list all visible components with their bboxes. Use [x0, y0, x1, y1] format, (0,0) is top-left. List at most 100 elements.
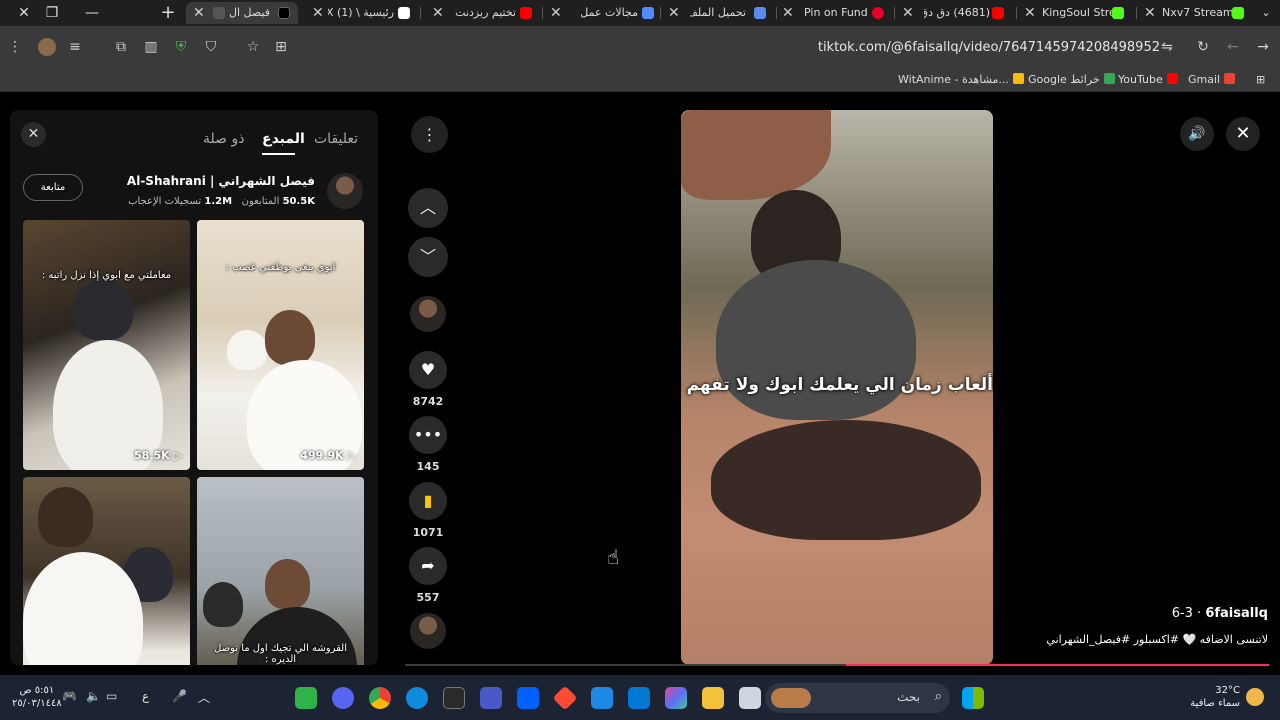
tab-close-icon[interactable]: ✕: [902, 2, 914, 24]
address-bar[interactable]: tiktok.com/@6faisallq/video/764714597420…: [740, 40, 1160, 55]
close-video-icon[interactable]: ✕: [1226, 117, 1260, 151]
apps-grid-icon[interactable]: ⊞: [1256, 73, 1265, 86]
network-icon[interactable]: ▭: [106, 689, 117, 703]
tab-search-chevron-icon[interactable]: ⌄: [1256, 3, 1276, 23]
tab-kick-kingsoul[interactable]: ✕ KingSoul Stre: [1020, 2, 1132, 24]
next-video-chevron-down-icon[interactable]: ﹀: [408, 237, 448, 277]
video-player[interactable]: ألعاب زمان الي يعلمك ابوك ولا تفهم :: [681, 110, 993, 665]
whatsapp-icon[interactable]: [295, 687, 317, 709]
profile-avatar[interactable]: [38, 38, 56, 56]
like-action[interactable]: ♥ 8742: [408, 351, 448, 408]
extensions-icon[interactable]: ⧉: [112, 38, 130, 56]
task-view-icon[interactable]: [739, 687, 761, 709]
app-icon[interactable]: [480, 687, 502, 709]
anydesk-icon[interactable]: [552, 685, 578, 711]
discord-icon[interactable]: [332, 687, 354, 709]
video-progress-bar[interactable]: [405, 664, 1269, 666]
copilot-icon[interactable]: [665, 687, 687, 709]
windows-start-icon[interactable]: [962, 687, 984, 709]
tab-youtube-daqdaq[interactable]: ✕ (4681) دق دق: [900, 2, 1012, 24]
bookmark-witanime[interactable]: WitAnime - مشاهدة...: [898, 73, 1024, 86]
microphone-icon[interactable]: 🎤: [172, 689, 187, 703]
bookmark-google-maps[interactable]: Google خرائط: [1028, 73, 1115, 86]
share-arrow-icon[interactable]: ➦: [409, 547, 447, 585]
video-thumbnail[interactable]: معاملتي مع ابوي إذا نزل راتبه : 58.5K ▷: [23, 220, 190, 470]
taskbar-search-box[interactable]: بحث ⌕: [765, 683, 950, 713]
tab-close-icon[interactable]: ✕: [1144, 2, 1156, 24]
sound-author-avatar[interactable]: [410, 613, 446, 649]
video-author-line[interactable]: 6-3 · 6faisallq: [1172, 606, 1268, 621]
share-action[interactable]: ➦ 557: [408, 547, 448, 604]
tab-creator[interactable]: المبدع: [262, 131, 305, 147]
follow-button[interactable]: متابعة: [23, 174, 83, 201]
tab-comments[interactable]: تعليقات: [314, 131, 358, 147]
bookmark-icon[interactable]: ▮: [409, 482, 447, 520]
tray-chevron-up-icon[interactable]: ︿: [198, 689, 210, 706]
store-icon[interactable]: [628, 687, 650, 709]
thumbnail-figure: [38, 487, 93, 547]
tab-download-file[interactable]: ✕ تحميل الملف: [666, 2, 770, 24]
extension-icon[interactable]: ▥: [142, 38, 160, 56]
gamepad-icon[interactable]: 🎮: [62, 689, 77, 703]
tab-kick-nxv7[interactable]: ✕ Nxv7 Stream: [1140, 2, 1252, 24]
heart-icon[interactable]: ♥: [409, 351, 447, 389]
close-panel-icon[interactable]: ✕: [21, 122, 46, 147]
tab-x[interactable]: ✕ رئيسية \ X (1): [306, 2, 416, 24]
menu-kebab-icon[interactable]: ⋮: [6, 38, 24, 56]
window-minimize-icon[interactable]: —: [82, 3, 102, 23]
tab-close-icon[interactable]: ✕: [1024, 2, 1036, 24]
likes-count: 1.2M: [204, 196, 233, 207]
file-explorer-icon[interactable]: [702, 687, 724, 709]
video-thumbnail[interactable]: ابوي يبغى يوظفني غصب : 499.9K ▷: [197, 220, 364, 470]
video-thumbnail[interactable]: القروشه الي تجيك اول ما توصل الديره :: [197, 477, 364, 665]
speaker-icon[interactable]: 🔈: [86, 689, 101, 703]
tab-close-icon[interactable]: ✕: [432, 2, 444, 24]
tab-gemini[interactable]: ✕ مجالات عمل: [548, 2, 658, 24]
bookmark-youtube[interactable]: YouTube: [1118, 73, 1178, 86]
creator-name[interactable]: فيصل الشهراني | Al-Shahrani: [127, 174, 315, 188]
tab-close-icon[interactable]: ✕: [193, 2, 205, 24]
video-author-handle[interactable]: 6faisallq: [1205, 606, 1268, 621]
shield-icon[interactable]: ⛨: [172, 38, 190, 56]
window-restore-icon[interactable]: ❐: [42, 3, 62, 23]
tab-youtube-resident[interactable]: ✕ تختيم ريزدنت: [428, 2, 538, 24]
translate-icon[interactable]: ⊞: [272, 38, 290, 56]
save-action[interactable]: ▮ 1071: [408, 482, 448, 539]
tab-tiktok[interactable]: ✕ فيصل ال: [186, 2, 298, 24]
comment-action[interactable]: ••• 145: [408, 416, 448, 473]
tiktok-icon: [278, 7, 290, 19]
back-arrow-icon[interactable]: →: [1254, 38, 1272, 56]
search-highlight-image: [771, 688, 811, 708]
forward-arrow-icon[interactable]: ←: [1224, 38, 1242, 56]
video-thumbnail[interactable]: [23, 477, 190, 665]
reading-list-icon[interactable]: ≡: [66, 38, 84, 56]
clock[interactable]: ٥:٥١ ص ٢٥/٠٣/١٤٤٨: [12, 684, 62, 710]
weather-condition: سماء صافية: [1190, 698, 1240, 709]
tab-close-icon[interactable]: ✕: [782, 2, 794, 24]
reload-icon[interactable]: ↻: [1194, 38, 1212, 56]
bookmark-star-icon[interactable]: ☆: [244, 38, 262, 56]
dropbox-icon[interactable]: [517, 687, 539, 709]
tab-close-icon[interactable]: ✕: [668, 2, 680, 24]
tab-related[interactable]: ذو صلة: [203, 131, 244, 147]
more-options-icon[interactable]: ⋮: [411, 116, 448, 153]
window-close-icon[interactable]: ✕: [14, 3, 34, 23]
creator-avatar[interactable]: [327, 173, 363, 209]
previous-video-chevron-up-icon[interactable]: ︿: [408, 188, 448, 228]
tab-close-icon[interactable]: ✕: [550, 2, 562, 24]
adblock-icon[interactable]: ⛉: [202, 38, 220, 56]
author-avatar[interactable]: [410, 296, 446, 332]
tab-pinterest[interactable]: ✕ Pin on Fundo: [780, 2, 890, 24]
edge-icon[interactable]: [406, 687, 428, 709]
input-language[interactable]: ع: [142, 689, 149, 703]
chrome-icon[interactable]: [369, 687, 391, 709]
site-settings-icon[interactable]: ⇋: [1158, 38, 1176, 56]
tab-close-icon[interactable]: ✕: [312, 2, 324, 24]
volume-icon[interactable]: 🔊: [1180, 117, 1214, 151]
bookmark-gmail[interactable]: Gmail: [1188, 73, 1236, 86]
mail-icon[interactable]: [591, 687, 613, 709]
weather-widget[interactable]: 32°C سماء صافية: [1190, 684, 1240, 710]
comment-icon[interactable]: •••: [409, 416, 447, 454]
epic-games-icon[interactable]: [443, 687, 465, 709]
new-tab-icon[interactable]: +: [158, 3, 178, 23]
